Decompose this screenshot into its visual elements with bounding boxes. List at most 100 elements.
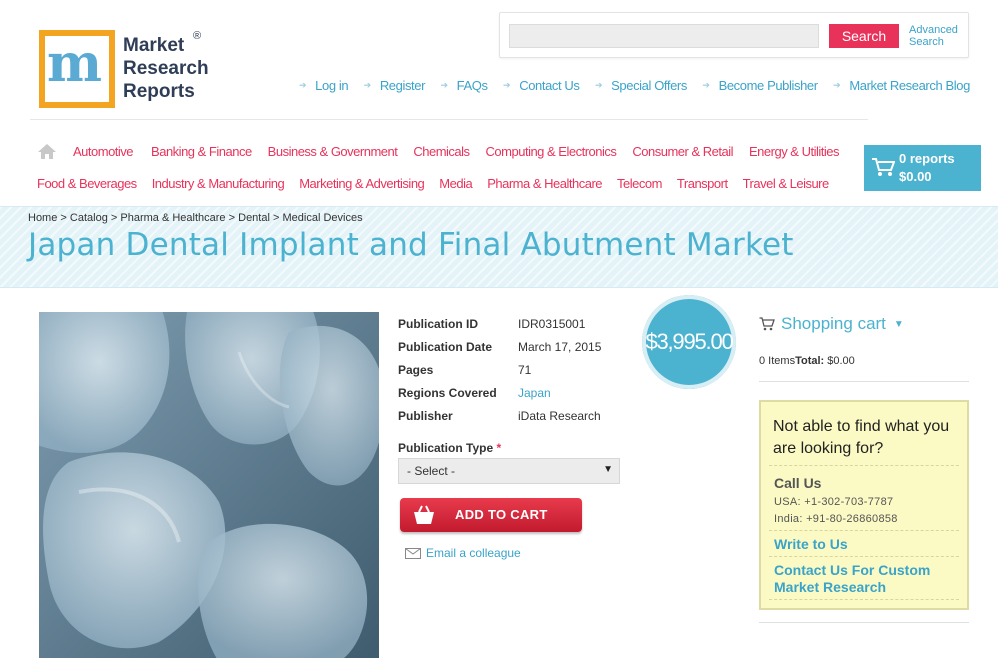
top-link-label: Special Offers [611,77,687,93]
add-to-cart-button[interactable]: ADD TO CART [400,498,582,532]
detail-label: Publication Date [398,339,493,354]
cart-total-label: Total: [795,355,825,367]
breadcrumb-medical-devices: Medical Devices [282,212,363,224]
contact-custom-research-link[interactable]: Contact Us For Custom Market Research [774,562,964,596]
detail-value: IDR0315001 [518,316,586,331]
arrow-icon: ➔ [299,79,307,90]
detail-row-publication-date: Publication Date March 17, 2015 [398,335,638,358]
breadcrumb-separator: > [60,212,67,224]
product-details: Publication ID IDR0315001 Publication Da… [398,312,638,427]
category-media[interactable]: Media [439,176,472,191]
publication-type-selected: - Select - [407,464,456,478]
detail-row-publication-id: Publication ID IDR0315001 [398,312,638,335]
breadcrumb-catalog[interactable]: Catalog [70,212,108,224]
top-link-special-offers[interactable]: ➔ Special Offers [595,76,687,94]
region-link[interactable]: Japan [518,386,551,400]
category-automotive[interactable]: Automotive [73,144,134,159]
shopping-cart-header[interactable]: Shopping cart ▼ [759,314,904,334]
breadcrumb-separator: > [228,212,236,224]
help-divider [769,465,959,466]
top-link-faqs[interactable]: ➔ FAQs [441,76,488,94]
arrow-icon: ➔ [503,79,511,90]
category-food-beverages[interactable]: Food & Beverages [37,176,137,191]
cart-summary: 0 ItemsTotal: $0.00 [759,355,855,367]
category-telecom[interactable]: Telecom [617,176,662,191]
cart-total-value: $0.00 [827,355,855,367]
page-title: Japan Dental Implant and Final Abutment … [28,227,794,263]
advanced-search-link[interactable]: Advanced Search [909,24,969,48]
logo-line-research: Research [123,58,209,79]
header-cart-text: 0 reports $0.00 [899,150,955,186]
top-link-login[interactable]: ➔ Log in [299,76,349,94]
help-divider [769,599,959,600]
category-nav-row-1: Automotive Banking & Finance Business & … [73,144,839,159]
category-travel-leisure[interactable]: Travel & Leisure [743,176,830,191]
basket-icon [414,505,434,524]
arrow-icon: ➔ [440,79,449,90]
product-image [39,312,379,658]
site-logo[interactable]: m Market Research Reports ® [39,30,219,112]
category-banking-finance[interactable]: Banking & Finance [151,144,252,159]
top-link-contact[interactable]: ➔ Contact Us [503,76,580,94]
top-link-label: Register [379,77,426,93]
email-colleague-link[interactable]: Email a colleague [405,546,521,560]
price-value: $3,995.00 [645,329,733,354]
price-badge: $3,995.00 [639,292,739,392]
category-business-government[interactable]: Business & Government [268,144,398,159]
sidebar-divider [759,622,969,623]
category-energy-utilities[interactable]: Energy & Utilities [749,144,839,159]
breadcrumb-home[interactable]: Home [28,212,57,224]
help-divider [769,530,959,531]
advanced-search-line1: Advanced [909,24,958,36]
detail-row-publisher: Publisher iData Research [398,404,638,427]
category-pharma-healthcare[interactable]: Pharma & Healthcare [487,176,602,191]
call-us-heading: Call Us [774,475,822,491]
top-link-become-publisher[interactable]: ➔ Become Publisher [702,76,818,94]
detail-row-regions: Regions Covered Japan [398,381,638,404]
header-cart-button[interactable]: 0 reports $0.00 [864,145,981,191]
category-industry-manufacturing[interactable]: Industry & Manufacturing [152,176,285,191]
logo-text: Market Research Reports [123,34,209,103]
top-links: ➔ Log in ➔ Register ➔ FAQs ➔ Contact Us ➔ Spe… [299,76,970,94]
phone-usa: USA: +1-302-703-7787 [774,496,894,508]
category-computing-electronics[interactable]: Computing & Electronics [486,144,617,159]
dropdown-caret-icon: ▼ [603,464,613,475]
logo-mark: m [39,30,115,108]
logo-letter: m [47,33,103,94]
top-link-label: Market Research Blog [849,77,970,93]
breadcrumb-separator: > [272,212,280,224]
write-to-us-link[interactable]: Write to Us [774,536,848,552]
category-chemicals[interactable]: Chemicals [413,144,470,159]
top-link-label: FAQs [456,77,488,93]
category-transport[interactable]: Transport [677,176,728,191]
help-box: Not able to find what you are looking fo… [759,400,969,610]
top-link-blog[interactable]: ➔ Market Research Blog [833,76,970,94]
breadcrumb-pharma[interactable]: Pharma & Healthcare [120,212,225,224]
top-link-label: Contact Us [519,77,580,93]
breadcrumb-separator: > [110,212,118,224]
publication-type-select[interactable]: - Select - ▼ [398,458,620,484]
cart-items-count: 0 Items [759,355,796,367]
category-nav-row-2: Food & Beverages Industry & Manufacturin… [37,176,829,191]
detail-value: 71 [518,362,532,377]
breadcrumb-dental[interactable]: Dental [238,212,270,224]
category-marketing-advertising[interactable]: Marketing & Advertising [299,176,425,191]
header-divider [30,119,868,120]
detail-label: Publication ID [398,316,479,331]
search-bar: Search Advanced Search [499,12,969,58]
detail-row-pages: Pages 71 [398,358,638,381]
detail-label: Publisher [398,408,453,423]
breadcrumb: Home > Catalog > Pharma & Healthcare > D… [28,212,363,224]
category-consumer-retail[interactable]: Consumer & Retail [632,144,733,159]
sidebar-divider [759,381,969,382]
search-input[interactable] [509,24,819,48]
search-button[interactable]: Search [829,24,899,48]
help-divider [769,556,959,557]
help-title: Not able to find what you are looking fo… [773,418,950,457]
email-colleague-label: Email a colleague [426,546,521,560]
header-cart-count: 0 reports [899,151,955,166]
detail-label: Regions Covered [398,385,497,400]
top-link-register[interactable]: ➔ Register [364,76,426,94]
home-icon[interactable] [37,143,57,160]
top-link-label: Log in [315,77,349,93]
